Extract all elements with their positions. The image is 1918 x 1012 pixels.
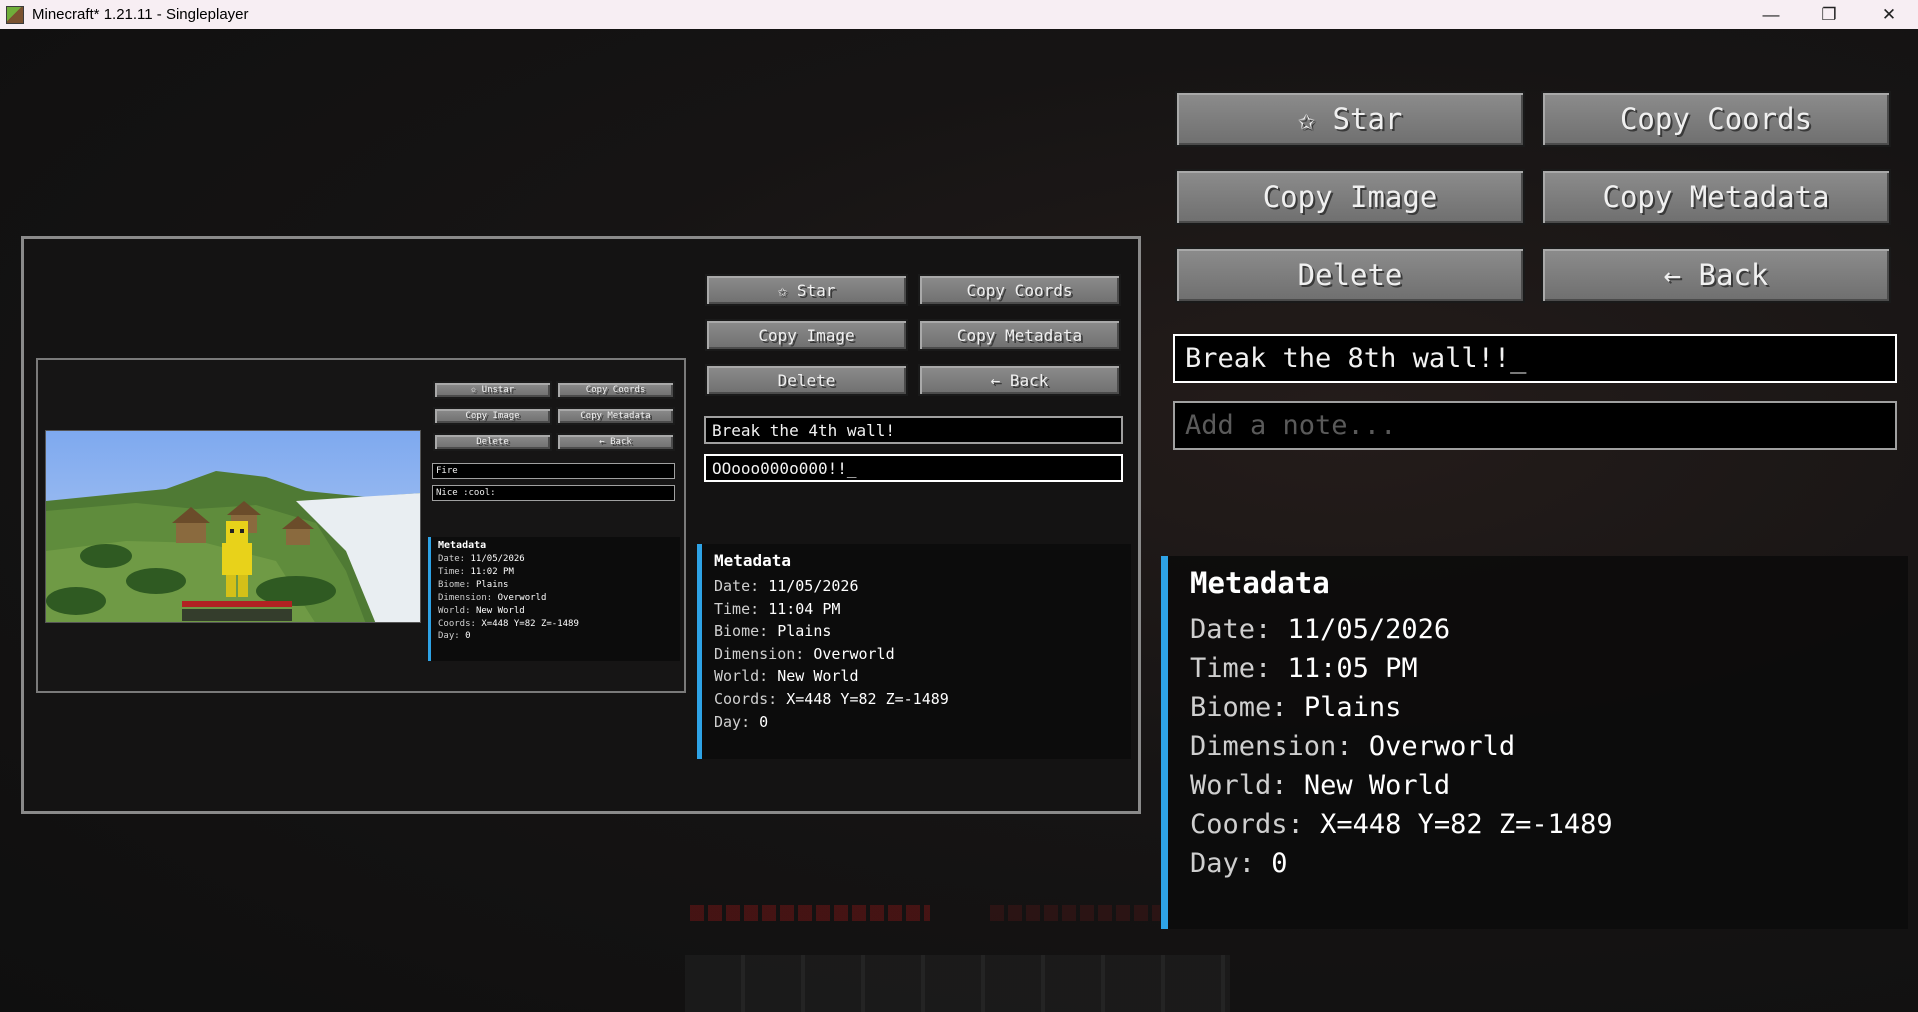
nested-copy-coords-button: Copy Coords	[918, 274, 1121, 306]
nested-metadata-heading: Metadata	[714, 551, 792, 570]
world-screenshot-thumbnail	[45, 430, 421, 623]
deep-metadata-world: World: New World	[438, 605, 525, 616]
note-input[interactable]: Add a note...	[1173, 401, 1897, 450]
nested-metadata-day: Day: 0	[714, 712, 769, 731]
deep-unstar-button: ✩ Unstar	[433, 381, 552, 399]
window-title: Minecraft* 1.21.11 - Singleplayer	[32, 6, 249, 23]
minecraft-landscape-image	[46, 431, 420, 622]
nested-metadata-dimension: Dimension: Overworld	[714, 644, 895, 663]
deep-copy-metadata-button: Copy Metadata	[556, 407, 675, 425]
hud-hunger-bar	[990, 905, 1160, 921]
screenshot-title-input[interactable]: Break the 8th wall!!_	[1173, 334, 1897, 383]
nested-metadata-panel: Metadata Date: 11/05/2026 Time: 11:04 PM…	[697, 544, 1131, 759]
deep-metadata-time: Time: 11:02 PM	[438, 566, 514, 577]
nested-title-input: Break the 4th wall!	[704, 416, 1123, 444]
nested-metadata-coords: Coords: X=448 Y=82 Z=-1489	[714, 689, 949, 708]
metadata-biome: Biome: Plains	[1190, 692, 1402, 723]
deep-delete-button: Delete	[433, 433, 552, 451]
metadata-date: Date: 11/05/2026	[1190, 614, 1451, 645]
deep-back-button: ← Back	[556, 433, 675, 451]
nested-copy-metadata-button: Copy Metadata	[918, 319, 1121, 351]
nested-delete-button: Delete	[705, 364, 908, 396]
copy-image-button[interactable]: Copy Image	[1175, 169, 1525, 225]
metadata-time: Time: 11:05 PM	[1190, 653, 1418, 684]
deep-title-input: Fire	[432, 463, 675, 479]
deep-metadata-panel: Metadata Date: 11/05/2026 Time: 11:02 PM…	[428, 537, 680, 661]
metadata-coords: Coords: X=448 Y=82 Z=-1489	[1190, 809, 1613, 840]
window-title-bar: Minecraft* 1.21.11 - Singleplayer — ❐ ✕	[0, 0, 1918, 29]
minimize-button[interactable]: —	[1742, 0, 1800, 29]
deep-metadata-dimension: Dimension: Overworld	[438, 592, 547, 603]
hud-health-bar	[690, 905, 930, 921]
hud-hotbar	[685, 955, 1230, 1012]
star-button[interactable]: ✩ Star	[1175, 91, 1525, 147]
deep-copy-image-button: Copy Image	[433, 407, 552, 425]
metadata-panel: Metadata Date: 11/05/2026 Time: 11:05 PM…	[1161, 556, 1908, 929]
metadata-heading: Metadata	[1190, 566, 1330, 600]
delete-button[interactable]: Delete	[1175, 247, 1525, 303]
minecraft-grass-block-icon	[6, 5, 24, 24]
deep-metadata-coords: Coords: X=448 Y=82 Z=-1489	[438, 618, 579, 629]
nested-metadata-time: Time: 11:04 PM	[714, 599, 841, 618]
nested-metadata-date: Date: 11/05/2026	[714, 577, 859, 595]
metadata-dimension: Dimension: Overworld	[1190, 731, 1516, 762]
close-button[interactable]: ✕	[1860, 0, 1918, 29]
deep-metadata-day: Day: 0	[438, 631, 471, 642]
deep-copy-coords-button: Copy Coords	[556, 381, 675, 399]
nested-back-button: ← Back	[918, 364, 1121, 396]
metadata-day: Day: 0	[1190, 848, 1288, 879]
copy-coords-button[interactable]: Copy Coords	[1541, 91, 1891, 147]
nested-copy-image-button: Copy Image	[705, 319, 908, 351]
deep-metadata-date: Date: 11/05/2026	[438, 554, 525, 564]
nested-note-input: OOooo000o000!!_	[704, 454, 1123, 482]
copy-metadata-button[interactable]: Copy Metadata	[1541, 169, 1891, 225]
nested-metadata-world: World: New World	[714, 667, 859, 686]
nested-star-button: ✩ Star	[705, 274, 908, 306]
deep-metadata-biome: Biome: Plains	[438, 579, 509, 590]
deep-note-input: Nice :cool:	[432, 485, 675, 501]
metadata-world: World: New World	[1190, 770, 1451, 801]
back-button[interactable]: ← Back	[1541, 247, 1891, 303]
maximize-button[interactable]: ❐	[1800, 0, 1858, 29]
deep-metadata-heading: Metadata	[438, 540, 487, 551]
nested-metadata-biome: Biome: Plains	[714, 622, 832, 641]
